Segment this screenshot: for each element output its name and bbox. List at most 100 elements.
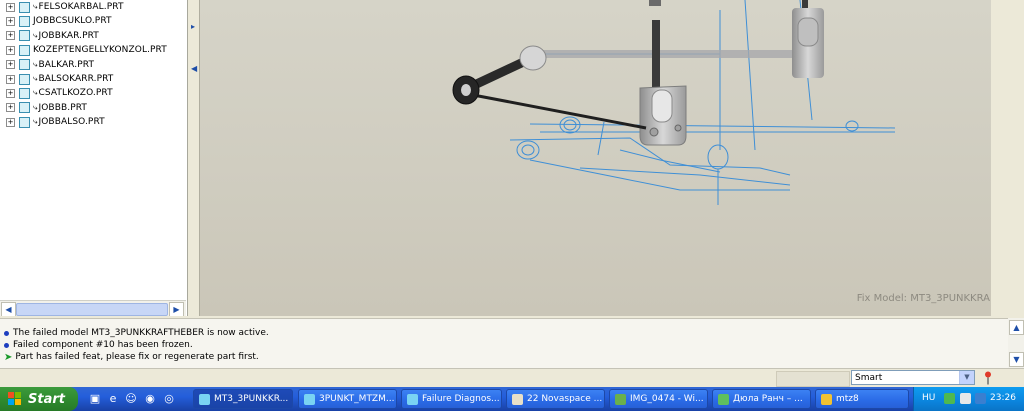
taskbar-button-label: MT3_3PUNKKR...	[214, 394, 289, 404]
language-indicator[interactable]: HU	[922, 393, 935, 403]
selection-filter-select[interactable]: Smart ▼	[851, 370, 975, 385]
expand-icon[interactable]: +	[6, 45, 15, 55]
expand-icon[interactable]: +	[6, 88, 15, 98]
tree-item[interactable]: + ⤷ FELSOKARBAL.PRT	[6, 0, 124, 14]
link-icon: ⤷	[33, 2, 38, 11]
image-viewer-icon	[615, 393, 626, 405]
arrow-prompt-icon: ➤	[4, 351, 13, 363]
scroll-thumb[interactable]	[16, 303, 168, 316]
taskbar-button-label: 3PUNKT_MTZM...	[319, 394, 395, 404]
regen-status-icon[interactable]	[984, 371, 992, 385]
right-toolbar-strip	[991, 0, 1024, 316]
tree-item-label: JOBBKAR.PRT	[38, 30, 99, 41]
part-icon	[19, 1, 30, 13]
tree-horizontal-scrollbar[interactable]: ◀ ▶	[0, 300, 186, 316]
message-text: Part has failed feat, please fix or rege…	[15, 352, 259, 362]
chrome-quicklaunch-icon[interactable]: ◎	[162, 392, 176, 406]
message-text: The failed model MT3_3PUNKKRAFTHEBER is …	[13, 328, 269, 338]
taskbar-button[interactable]: IMG_0474 - Wi...	[609, 389, 708, 409]
proe-icon	[407, 393, 418, 405]
part-icon	[19, 116, 30, 128]
part-icon	[19, 87, 30, 99]
taskbar-button-label: 22 Novaspace ...	[527, 394, 603, 404]
scroll-down-arrow[interactable]: ▼	[1009, 352, 1024, 367]
status-field	[776, 371, 850, 387]
taskbar-button-label: Дюла Ранч – ...	[733, 394, 803, 404]
desktop-quicklaunch-icon[interactable]: ▣	[88, 392, 102, 406]
start-label: Start	[28, 391, 65, 407]
link-icon: ⤷	[33, 102, 38, 112]
tree-item[interactable]: + ⤷ JOBBB.PRT	[6, 101, 87, 115]
start-button[interactable]: Start	[0, 387, 78, 411]
tree-item-label: CSATLKOZO.PRT	[38, 88, 113, 99]
bluetooth-tray-icon[interactable]	[975, 393, 986, 404]
taskbar-button[interactable]: mtz8	[815, 389, 909, 409]
expand-icon[interactable]: +	[6, 60, 15, 70]
collapse-left-icon[interactable]: ◀	[191, 64, 197, 73]
selection-filter-value: Smart	[855, 373, 883, 383]
firefox-quicklaunch-icon[interactable]: ◉	[143, 392, 157, 406]
part-icon	[19, 30, 30, 42]
taskbar-button[interactable]: MT3_3PUNKKR...	[193, 389, 293, 409]
expand-icon[interactable]: +	[6, 31, 15, 41]
tree-item[interactable]: + KOZEPTENGELLYKONZOL.PRT	[6, 43, 167, 57]
taskbar-button[interactable]: Дюла Ранч – ...	[712, 389, 811, 409]
expand-icon[interactable]: +	[6, 103, 15, 113]
proe-icon	[199, 393, 210, 405]
taskbar-button[interactable]: 3PUNKT_MTZM...	[298, 389, 397, 409]
part-icon	[19, 15, 30, 27]
right-clevis-bracket	[792, 8, 824, 78]
tree-item[interactable]: + ⤷ JOBBKAR.PRT	[6, 29, 99, 43]
tree-item-label: JOBBCSUKLO.PRT	[33, 16, 112, 27]
message-line: Failed component #10 has been frozen.	[4, 339, 193, 351]
network-tray-icon[interactable]	[944, 393, 955, 404]
expand-icon[interactable]: +	[6, 117, 15, 127]
tree-item-label: BALKAR.PRT	[38, 59, 95, 70]
link-icon: ⤷	[33, 30, 38, 40]
proe-icon	[304, 393, 315, 405]
windows-logo-icon	[8, 392, 21, 405]
tree-item[interactable]: + ⤷ JOBBALSO.PRT	[6, 115, 105, 129]
link-icon: ⤷	[33, 59, 38, 69]
taskbar-button-label: mtz8	[836, 394, 859, 404]
tree-item[interactable]: + JOBBCSUKLO.PRT	[6, 14, 112, 28]
taskbar-button[interactable]: 22 Novaspace ...	[506, 389, 605, 409]
ball-joint	[519, 45, 547, 71]
expand-icon[interactable]: +	[6, 2, 15, 12]
scroll-left-arrow[interactable]: ◀	[1, 302, 16, 316]
system-tray: HU 23:26	[913, 387, 1024, 411]
ie-quicklaunch-icon[interactable]: e	[106, 392, 120, 406]
message-line: ➤ Part has failed feat, please fix or reg…	[4, 351, 259, 363]
status-bar: Smart ▼	[0, 368, 1024, 388]
link-icon: ⤷	[33, 74, 38, 83]
tree-item-label: JOBBB.PRT	[38, 102, 88, 113]
wireframe-assembly	[509, 0, 896, 205]
taskbar-button[interactable]: Failure Diagnos...	[401, 389, 502, 409]
chevron-down-icon[interactable]: ▼	[959, 371, 974, 384]
collapse-right-icon[interactable]: ▸	[191, 22, 195, 31]
info-bullet-icon	[4, 330, 9, 336]
link-icon: ⤷	[33, 117, 38, 127]
center-clevis-bracket	[639, 85, 687, 146]
tree-item-label: FELSOKARBAL.PRT	[38, 2, 124, 12]
mask-quicklaunch-icon[interactable]: ☺	[124, 392, 138, 406]
panel-splitter[interactable]: ▸ ◀	[188, 0, 199, 316]
message-vertical-scrollbar[interactable]: ▲ ▼	[1008, 318, 1024, 368]
tree-item[interactable]: + ⤷ BALKAR.PRT	[6, 58, 94, 72]
expand-icon[interactable]: +	[6, 16, 15, 26]
tree-item-label: BALSOKARR.PRT	[38, 74, 114, 84]
part-icon	[19, 44, 30, 56]
fix-model-label: Fix Model: MT3_3PUNKKRA	[856, 293, 990, 304]
skype-tray-icon[interactable]	[960, 393, 971, 404]
tree-item[interactable]: + ⤷ CSATLKOZO.PRT	[6, 86, 113, 100]
graphics-viewport[interactable]: Fix Model: MT3_3PUNKKRA	[199, 0, 992, 316]
scroll-up-arrow[interactable]: ▲	[1009, 320, 1024, 335]
tree-item[interactable]: + ⤷ BALSOKARR.PRT	[6, 72, 113, 86]
info-bullet-icon	[4, 342, 9, 348]
cross-shaft	[538, 50, 800, 58]
mask-icon	[512, 393, 523, 405]
scroll-right-arrow[interactable]: ▶	[169, 302, 184, 316]
expand-icon[interactable]: +	[6, 74, 15, 84]
taskbar: Start ▣ e ☺ ◉ ◎ MT3_3PUNKKR... 3PUNKT_MTZ…	[0, 387, 1024, 411]
taskbar-button-label: Failure Diagnos...	[422, 394, 500, 404]
